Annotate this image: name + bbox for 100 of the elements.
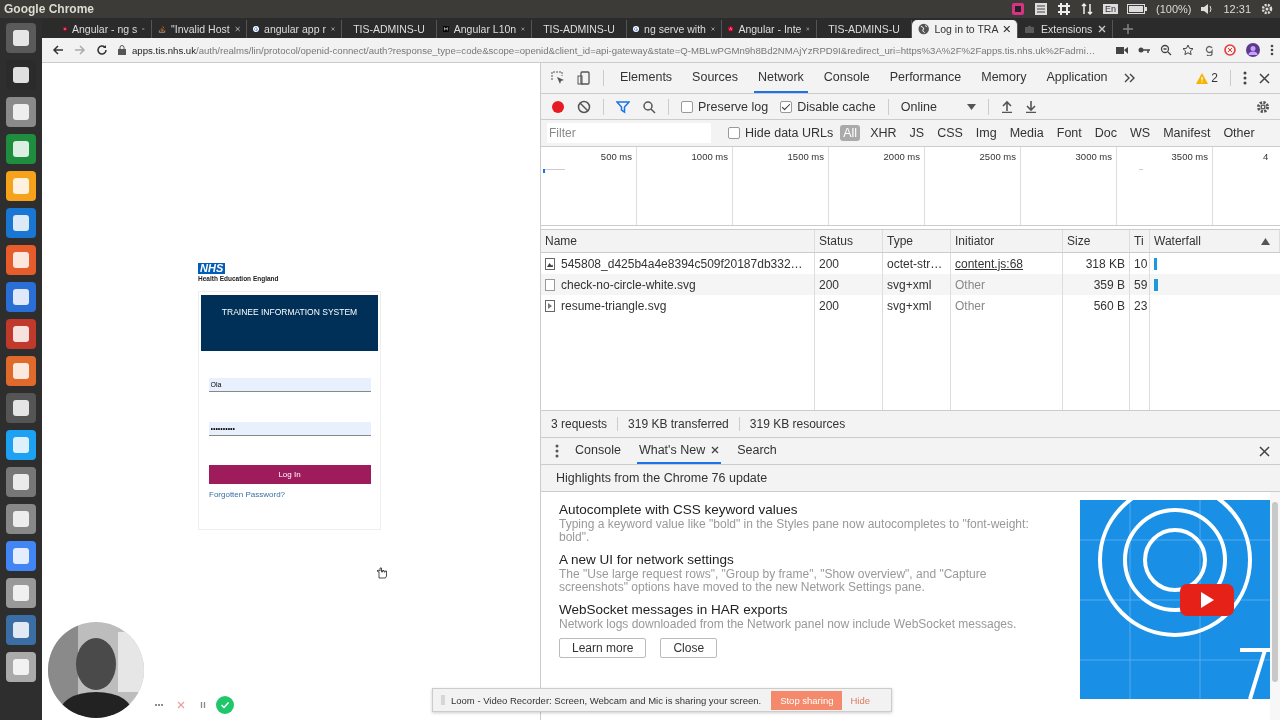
resource-type-filter[interactable]: JS <box>906 125 928 141</box>
more-tabs-icon[interactable] <box>1123 73 1136 83</box>
clock[interactable]: 12:31 <box>1223 3 1251 15</box>
filter-field[interactable]: Filter <box>547 123 711 143</box>
browser-tab[interactable]: Log in to TRA <box>912 20 1018 38</box>
app-icon[interactable] <box>5 466 37 498</box>
panel-tab[interactable]: Application <box>1042 63 1112 93</box>
app-icon[interactable] <box>5 540 37 572</box>
sort-icon[interactable] <box>1261 238 1270 245</box>
close-icon[interactable] <box>330 25 335 33</box>
app-icon[interactable] <box>5 96 37 128</box>
forgotten-password-link[interactable]: Forgotten Password? <box>209 490 286 499</box>
letter-g-icon[interactable] <box>1204 44 1214 56</box>
app-icon[interactable] <box>5 22 37 54</box>
camera-icon[interactable] <box>1116 45 1128 55</box>
close-icon[interactable] <box>711 446 720 454</box>
close-icon[interactable] <box>1003 25 1011 33</box>
app-indicator-icon[interactable] <box>1011 2 1025 16</box>
search-icon[interactable] <box>642 99 656 114</box>
column-header[interactable]: Type <box>883 230 951 252</box>
app-icon[interactable] <box>5 355 37 387</box>
drawer-button[interactable]: Close <box>660 637 718 658</box>
upload-icon[interactable] <box>1000 100 1013 113</box>
preserve-log-checkbox[interactable] <box>681 100 693 113</box>
network-icon[interactable] <box>1080 2 1094 16</box>
close-icon[interactable] <box>521 25 525 33</box>
app-icon[interactable] <box>5 614 37 646</box>
list-icon[interactable] <box>1034 2 1048 16</box>
device-toolbar-icon[interactable] <box>577 71 591 85</box>
app-icon[interactable] <box>5 577 37 609</box>
avatar-icon[interactable] <box>1246 43 1260 57</box>
grid-icon[interactable] <box>1057 2 1071 16</box>
resource-type-filter[interactable]: Media <box>1006 125 1047 141</box>
drawer-button[interactable]: Learn more <box>559 637 647 658</box>
record-icon[interactable] <box>551 99 565 114</box>
drawer-tab[interactable]: Search <box>735 438 779 464</box>
resource-type-filter[interactable]: Doc <box>1091 125 1120 141</box>
app-icon[interactable] <box>5 207 37 239</box>
column-header[interactable]: Ti <box>1130 230 1150 252</box>
hide-data-urls-checkbox[interactable] <box>728 127 740 139</box>
throttling-dropdown[interactable]: Online <box>900 99 976 114</box>
close-icon[interactable] <box>1259 72 1270 84</box>
resource-type-filter[interactable]: Img <box>972 125 1000 141</box>
request-name[interactable]: resume-triangle.svg <box>561 298 667 313</box>
inspect-icon[interactable] <box>551 71 565 85</box>
app-icon[interactable] <box>5 392 37 424</box>
hand-cursor-icon <box>376 567 387 579</box>
request-name[interactable]: 545808_d425b4a4e8394c509f20187db332… <box>561 256 803 271</box>
checkbox-label: Disable cache <box>797 99 876 114</box>
drawer-tab[interactable]: Console <box>573 438 623 464</box>
resource-type-filter[interactable]: Manifest <box>1160 125 1214 141</box>
app-icon[interactable] <box>5 503 37 535</box>
panel-tab[interactable]: Memory <box>977 63 1031 93</box>
resource-type-filter[interactable]: Other <box>1220 125 1258 141</box>
back-icon[interactable] <box>52 44 64 56</box>
column-header[interactable]: Size <box>1063 230 1130 252</box>
app-icon[interactable] <box>5 244 37 276</box>
star-icon[interactable] <box>1182 44 1194 56</box>
panel-tab[interactable]: Console <box>819 63 874 93</box>
initiator-link[interactable]: content.js:68 <box>955 256 1024 271</box>
more-icon[interactable] <box>555 444 559 458</box>
feature-title: WebSocket messages in HAR exports <box>559 602 789 617</box>
login-button[interactable]: Log In <box>208 465 371 484</box>
volume-icon[interactable] <box>1200 3 1215 15</box>
keyboard-layout-indicator[interactable]: En <box>1103 4 1118 14</box>
app-icon[interactable] <box>5 281 37 313</box>
disable-cache-checkbox[interactable] <box>780 100 793 113</box>
app-icon[interactable] <box>5 318 37 350</box>
panel-tab[interactable]: Elements <box>616 63 677 93</box>
app-icon[interactable] <box>5 133 37 165</box>
app-icon[interactable] <box>5 170 37 202</box>
download-icon[interactable] <box>1024 100 1037 113</box>
filter-icon[interactable] <box>616 99 630 114</box>
column-header[interactable]: Name <box>541 230 815 252</box>
more-icon[interactable] <box>1243 71 1247 85</box>
zoom-out-icon[interactable] <box>1160 44 1172 56</box>
more-icon[interactable] <box>1270 44 1274 56</box>
settings-icon[interactable] <box>1256 99 1270 114</box>
reload-icon[interactable] <box>96 44 108 56</box>
shield-icon <box>728 23 734 35</box>
panel-tab[interactable]: Sources <box>688 63 742 93</box>
resource-type-filter[interactable]: Font <box>1053 125 1085 141</box>
request-name[interactable]: check-no-circle-white.svg <box>561 277 696 292</box>
check-icon[interactable] <box>216 696 234 714</box>
app-icon[interactable] <box>5 651 37 683</box>
close-icon[interactable] <box>710 25 715 33</box>
panel-tab[interactable]: Performance <box>885 63 966 93</box>
resource-type-filter[interactable]: XHR <box>867 125 900 141</box>
extension-icon[interactable] <box>1224 44 1236 56</box>
resource-type-filter[interactable]: CSS <box>934 125 966 141</box>
app-icon[interactable] <box>5 429 37 461</box>
globe-icon <box>918 23 930 35</box>
battery-icon[interactable] <box>1127 4 1147 14</box>
clear-icon[interactable] <box>577 99 591 114</box>
close-icon[interactable] <box>1259 445 1270 457</box>
column-header[interactable]: Status <box>815 230 883 252</box>
new-tab-icon[interactable] <box>1123 24 1133 34</box>
key-icon[interactable] <box>1138 45 1150 55</box>
column-header[interactable]: Initiator <box>951 230 1063 252</box>
resource-type-filter[interactable]: WS <box>1127 125 1154 141</box>
